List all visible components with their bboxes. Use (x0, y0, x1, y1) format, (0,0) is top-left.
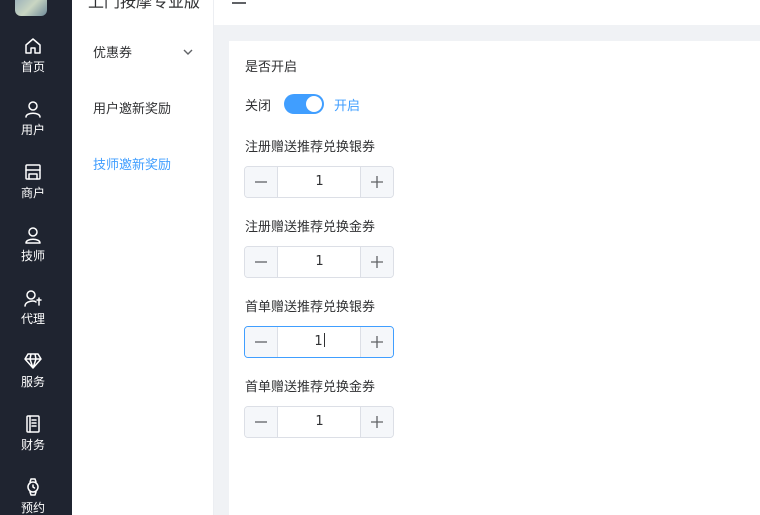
stepper-value[interactable]: 1 (279, 247, 360, 277)
first-order-silver-stepper[interactable]: 1 (244, 326, 394, 358)
stepper-value-focused[interactable]: 1 (279, 327, 360, 357)
plus-icon (371, 336, 383, 348)
diamond-icon (24, 353, 42, 369)
text-caret (323, 333, 325, 347)
nav-item-technicians[interactable]: 技师 (0, 225, 66, 281)
main-nav-rail: 首页 用户 商户 技师 代理 服务 财务 预约 (0, 0, 72, 515)
switch-knob (306, 96, 323, 112)
submenu-item-coupons[interactable]: 优惠券 (93, 46, 132, 62)
enable-label: 是否开启 (245, 60, 298, 75)
field-label-first-order-silver: 首单赠送推荐兑换银券 (245, 300, 376, 315)
nav-item-merchants[interactable]: 商户 (0, 162, 66, 218)
submenu-item-technician-invite-reward[interactable]: 技师邀新奖励 (93, 158, 171, 174)
increment-button[interactable] (360, 407, 393, 437)
shop-icon (25, 164, 41, 180)
nav-item-home[interactable]: 首页 (0, 36, 66, 92)
decrement-button[interactable] (245, 407, 278, 437)
switch-off-label[interactable]: 关闭 (245, 95, 271, 114)
enable-switch[interactable] (284, 94, 325, 114)
increment-button[interactable] (360, 167, 393, 197)
agent-icon (24, 290, 42, 307)
home-icon (25, 38, 41, 54)
minus-icon (255, 181, 267, 183)
increment-button[interactable] (360, 327, 393, 357)
ledger-icon (26, 415, 40, 433)
nav-item-label: 服务 (20, 375, 45, 389)
stepper-value[interactable]: 1 (279, 407, 360, 437)
minus-icon (255, 261, 267, 263)
menu-toggle-icon[interactable] (232, 0, 246, 6)
nav-item-finance[interactable]: 财务 (0, 414, 66, 470)
nav-item-users[interactable]: 用户 (0, 99, 66, 155)
person-icon (25, 227, 41, 244)
nav-item-label: 预约 (20, 501, 45, 515)
watch-icon (27, 478, 39, 496)
enable-switch-row: 关闭 开启 (245, 94, 360, 114)
submenu-item-user-invite-reward[interactable]: 用户邀新奖励 (93, 102, 171, 118)
register-gold-stepper[interactable]: 1 (244, 246, 394, 278)
plus-icon (371, 416, 383, 428)
field-label-register-gold: 注册赠送推荐兑换金券 (245, 220, 376, 235)
minus-icon (255, 341, 267, 343)
app-logo[interactable] (15, 0, 47, 16)
top-bar (214, 0, 760, 25)
minus-icon (255, 421, 267, 423)
field-label-register-silver: 注册赠送推荐兑换银券 (245, 140, 376, 155)
app-title: 上门按摩专业版 (88, 0, 201, 11)
register-silver-stepper[interactable]: 1 (244, 166, 394, 198)
decrement-button[interactable] (245, 327, 278, 357)
nav-item-label: 首页 (20, 60, 45, 74)
settings-form: 是否开启 关闭 开启 注册赠送推荐兑换银券 1 注册赠送推荐兑换金券 1 首单赠… (229, 41, 760, 515)
stepper-value[interactable]: 1 (279, 167, 360, 197)
decrement-button[interactable] (245, 167, 278, 197)
nav-item-agents[interactable]: 代理 (0, 288, 66, 344)
nav-item-services[interactable]: 服务 (0, 351, 66, 407)
plus-icon (371, 176, 383, 188)
nav-item-label: 商户 (20, 186, 45, 200)
switch-on-label[interactable]: 开启 (334, 95, 360, 114)
stepper-value-text: 1 (314, 334, 323, 349)
decrement-button[interactable] (245, 247, 278, 277)
nav-item-label: 技师 (20, 249, 45, 263)
nav-item-appointments[interactable]: 预约 (0, 477, 66, 515)
increment-button[interactable] (360, 247, 393, 277)
plus-icon (371, 256, 383, 268)
first-order-gold-stepper[interactable]: 1 (244, 406, 394, 438)
nav-item-label: 代理 (20, 312, 45, 326)
nav-item-label: 用户 (20, 123, 45, 137)
field-label-first-order-gold: 首单赠送推荐兑换金券 (245, 380, 376, 395)
sub-menu: 上门按摩专业版 优惠券 用户邀新奖励 技师邀新奖励 (72, 0, 214, 515)
user-icon (25, 101, 41, 118)
chevron-down-icon[interactable] (182, 46, 194, 58)
nav-item-label: 财务 (20, 438, 45, 452)
